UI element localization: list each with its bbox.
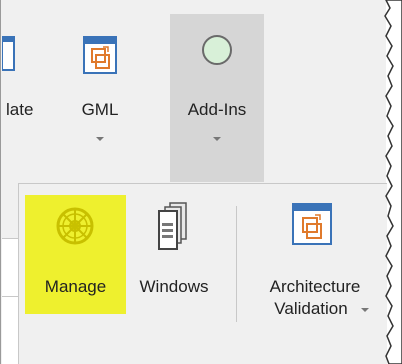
architecture-validation-icon: [292, 203, 332, 245]
gml-label: GML: [81, 100, 119, 119]
background-document-strip: [2, 238, 18, 364]
architecture-validation-button[interactable]: Architecture Validation: [247, 195, 383, 335]
manage-label: Manage: [44, 277, 107, 296]
architecture-label-line1: Architecture: [269, 277, 361, 296]
addins-dropdown-arrow[interactable]: [213, 137, 221, 141]
windows-label: Windows: [139, 277, 209, 296]
strip-divider: [2, 296, 18, 297]
flyout-divider: [236, 206, 237, 322]
gml-dropdown-arrow[interactable]: [96, 137, 104, 141]
ribbon-top-row: late GML Add-Ins: [2, 0, 387, 182]
screenshot-frame: late GML Add-Ins Manage Windows Architec…: [0, 0, 402, 364]
addins-button[interactable]: Add-Ins: [170, 14, 264, 182]
partial-button-label: late: [6, 100, 34, 119]
gml-transform-icon: [83, 36, 117, 74]
addins-circle-icon: [202, 35, 232, 65]
manage-wheel-icon: [56, 207, 94, 245]
addins-flyout-menu: Manage Windows Architecture Validation: [18, 183, 387, 364]
addins-label: Add-Ins: [187, 100, 247, 119]
document-icon: [2, 36, 15, 71]
ribbon-panel: late GML Add-Ins Manage Windows Architec…: [0, 0, 387, 364]
manage-button[interactable]: Manage: [25, 195, 126, 314]
windows-stack-icon: [158, 202, 187, 250]
windows-button[interactable]: Windows: [124, 195, 224, 314]
architecture-dropdown-arrow[interactable]: [361, 308, 369, 312]
partial-ribbon-button[interactable]: late: [2, 20, 50, 140]
torn-edge-decoration: [384, 0, 402, 364]
gml-button[interactable]: GML: [72, 20, 128, 150]
